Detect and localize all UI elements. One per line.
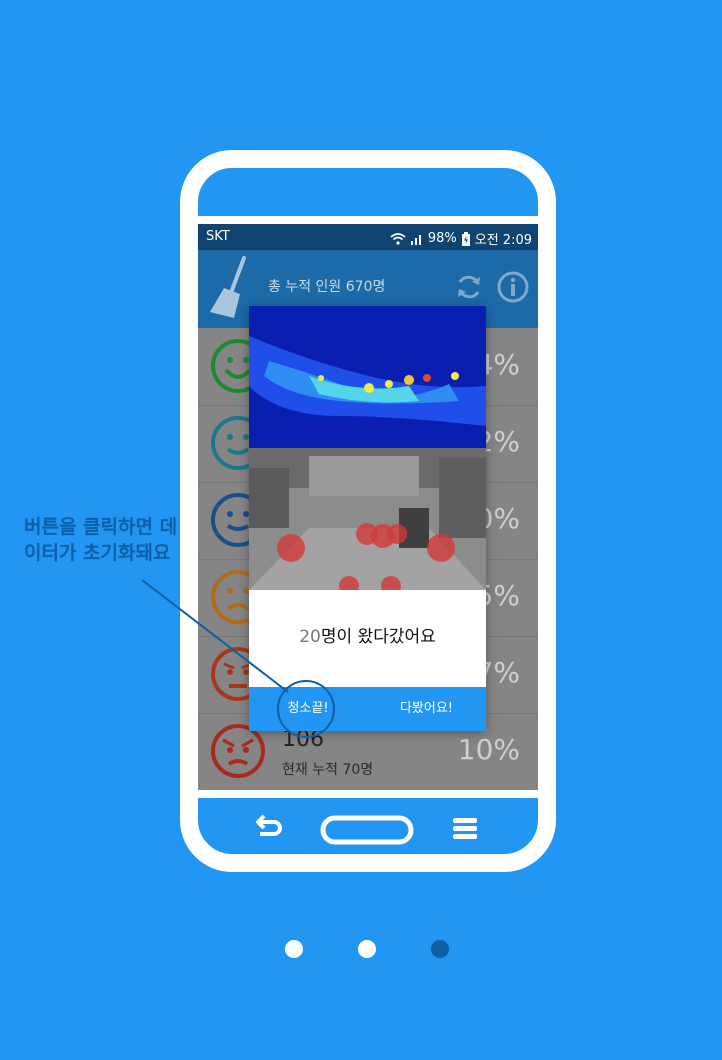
seen-all-button[interactable]: 다봤어요! — [367, 687, 486, 731]
visitor-count: 20 — [299, 627, 321, 647]
wifi-icon — [390, 232, 406, 245]
street-photo — [249, 448, 486, 590]
dialog-message: 20명이 왔다갔어요 — [249, 622, 486, 647]
menu-icon[interactable] — [452, 816, 478, 842]
pager-dot[interactable] — [358, 940, 376, 958]
signal-icon — [410, 234, 421, 245]
battery-percent: 98% — [427, 231, 457, 246]
status-bar: SKT 98% 오전 2:09 — [198, 224, 538, 250]
visitor-message: 명이 왔다갔어요 — [320, 627, 436, 647]
back-icon[interactable] — [254, 812, 286, 840]
phone-bottom-divider — [198, 790, 538, 798]
pager-dot[interactable] — [285, 940, 303, 958]
carrier-label: SKT — [206, 229, 230, 244]
total-count-title: 총 누적 인원 670명 — [268, 279, 386, 295]
phone-top-divider — [198, 216, 538, 224]
pager-dot-active[interactable] — [431, 940, 449, 958]
clock: 오전 2:09 — [474, 233, 532, 248]
info-icon[interactable] — [496, 270, 530, 304]
broom-icon[interactable] — [206, 256, 250, 320]
home-icon[interactable] — [320, 815, 414, 845]
heatmap-image — [249, 306, 486, 448]
row-subtitle: 현재 누적 70명 — [282, 762, 374, 778]
callout-text: 버튼을 클릭하면 데이터가 초기화돼요 — [24, 516, 178, 564]
refresh-icon[interactable] — [454, 272, 484, 302]
row-percent: 10% — [457, 733, 520, 766]
status-indicators: 98% 오전 2:09 — [390, 229, 532, 248]
visitor-dialog: 20명이 왔다갔어요 청소끝! 다봤어요! — [249, 306, 486, 731]
highlight-circle — [277, 680, 335, 738]
very-angry-face-icon — [211, 724, 265, 778]
battery-charging-icon — [461, 231, 470, 246]
